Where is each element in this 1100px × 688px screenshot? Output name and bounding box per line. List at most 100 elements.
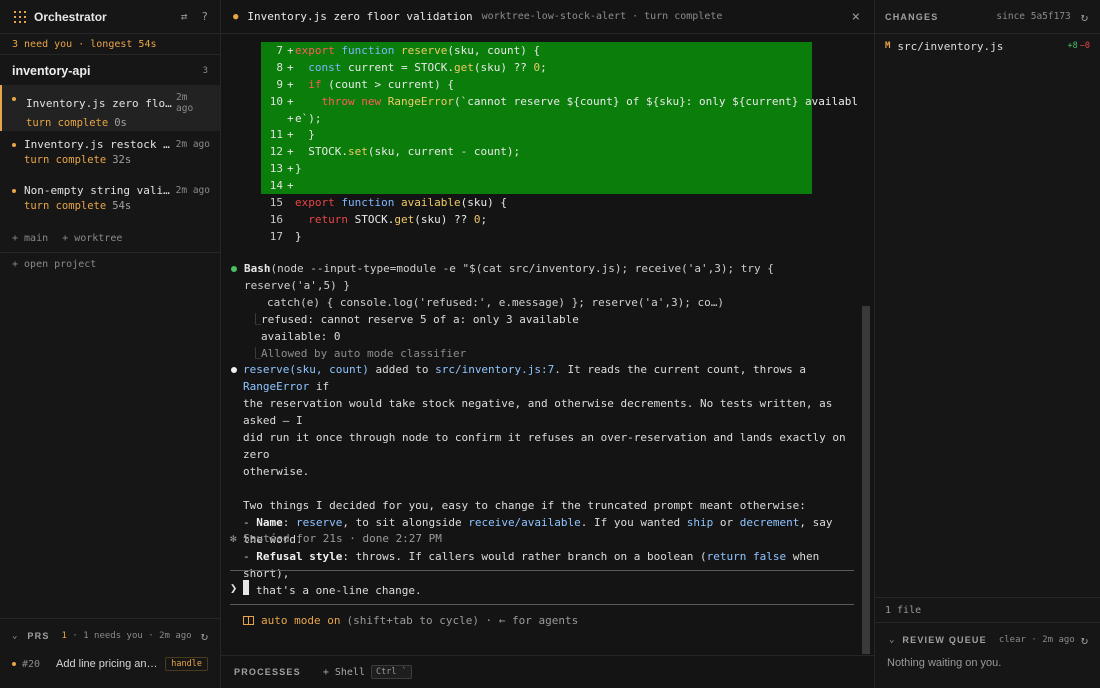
code-token: (sku) { [460,196,507,209]
main-pane: ● Inventory.js zero floor validation wor… [221,0,874,688]
code-text: } [295,126,315,143]
session-item[interactable]: Inventory.js zero floor validation 2m ag… [0,85,220,131]
new-main-link[interactable]: + main [12,233,48,244]
line-number: 17 [269,230,283,243]
add-shell-button[interactable]: + Shell [323,667,365,678]
line-number: 11 [269,128,283,141]
prs-count: 1 [61,631,67,641]
session-duration: 54s [112,200,132,212]
code-token: return [308,213,348,226]
session-item[interactable]: Non-empty string validation 2m ago turn … [0,177,220,223]
diff-line: 14 + [261,177,812,194]
message-text: Two things I decided for you, easy to ch… [243,499,806,512]
tool-command: (node --input-type=module -e "$(cat src/… [244,262,774,292]
diff-line: 10 + throw new RangeError(`cannot reserve… [261,93,858,110]
diff-sign: + [287,44,294,57]
text-caret [243,580,250,595]
app-title: Orchestrator [34,9,107,24]
bullet-dash: - [243,550,257,563]
code-token: STOCK. [348,213,395,226]
code-token: e`); [295,112,322,125]
bash-tool-call: Bash(node --input-type=module -e "$(cat … [230,260,850,362]
code-token: export [295,44,335,57]
shortcut-badge: Ctrl ` [370,665,412,679]
transcript-scrollbar[interactable] [862,306,870,654]
line-number: 12 [269,145,283,158]
review-queue-empty: Nothing waiting on you. [887,657,1002,669]
status-dot-icon [12,662,16,666]
grid-icon[interactable] [14,10,26,23]
code-token: (sku, current - count); [367,145,521,158]
session-title: Inventory.js restock command [24,138,174,151]
new-worktree-link[interactable]: + worktree [62,233,122,244]
permission-note: Allowed by auto mode classifier [261,347,467,360]
chevron-down-icon[interactable]: ⌄ [889,635,894,645]
message-text: otherwise. [243,465,310,478]
diff-sign: + [287,112,294,125]
code-token: } [295,128,315,141]
session-item[interactable]: Inventory.js restock command 2m ago turn… [0,131,220,177]
prs-header[interactable]: ⌄ PRS 1 · 1 needs you · 2m ago ↻ [0,619,220,653]
chevron-down-icon[interactable]: ⌄ [12,631,17,641]
code-text: } [295,160,302,177]
pr-badge[interactable]: handle [165,657,208,671]
diff-view: 7 + export function reserve(sku, count) {8… [261,42,858,245]
diff-sign: + [287,162,294,175]
pr-item[interactable]: #20 Add line pricing and totals handle [0,653,220,675]
transcript[interactable]: 7 + export function reserve(sku, count) {8… [221,34,874,654]
session-state: turn complete [644,11,723,22]
line-number: 8 [276,61,283,74]
refresh-icon[interactable]: ↻ [1081,10,1088,24]
project-header[interactable]: inventory-api 3 [0,57,220,85]
changed-file[interactable]: M src/inventory.js +8 −0 [875,35,1100,57]
diff-line: 8 + const current = STOCK.get(sku) ?? 0; [261,59,812,76]
session-status: turn complete [26,117,109,129]
diff-sign: + [287,145,294,158]
lines-added: +8 [1067,41,1078,51]
code-token: (`cannot reserve ${count} of ${sku}: onl… [453,95,858,108]
new-session-links: + main + worktree [0,223,220,253]
session-title: Inventory.js zero floor validation [26,96,176,110]
close-icon[interactable]: × [852,9,860,25]
attention-summary[interactable]: 3 need you · longest 54s [0,34,220,55]
refresh-icon[interactable]: ↻ [1081,633,1088,647]
code-text: export function reserve(sku, count) { [295,42,540,59]
code-token: (sku) ?? [473,61,534,74]
sliders-icon[interactable]: ⇄ [181,10,188,23]
session-title: Inventory.js zero floor validation [247,10,473,23]
tool-output: available: 0 [261,330,341,343]
code-token: export [295,196,335,209]
diff-sign: + [287,128,294,141]
code-token: current = STOCK. [341,61,454,74]
tool-command-cont: catch(e) { console.log('refused:', e.mes… [267,296,724,309]
changes-since: since 5a5f173 [996,11,1071,22]
session-status: turn complete [24,154,107,166]
code-text: STOCK.set(sku, current - count); [295,143,520,160]
code-token: function [341,196,395,209]
code-token: ; [480,213,488,226]
review-queue-header[interactable]: ⌄ REVIEW QUEUE clear · 2m ago ↻ [875,623,1100,657]
message-text: or [713,516,740,529]
session-status: turn complete [24,200,107,212]
elbow-icon: ⎿ [250,347,261,360]
session-ago: 2m ago [176,92,194,114]
session-ago: 2m ago [175,185,210,196]
auto-mode-status[interactable]: auto mode on [261,612,340,629]
message-text: added to [368,363,436,376]
tool-output: refused: cannot reserve 5 of a: only 3 a… [261,313,579,326]
book-icon [243,616,254,625]
help-icon[interactable]: ? [201,10,208,23]
processes-bar: PROCESSES + Shell Ctrl ` [221,655,874,688]
message-text: : [282,516,296,529]
sidebar: Orchestrator ⇄ ? 3 need you · longest 54… [0,0,221,688]
file-link[interactable]: src/inventory.js:7 [435,363,554,376]
refresh-icon[interactable]: ↻ [201,629,208,643]
changes-label: CHANGES [885,11,939,22]
code-token: reserve [400,44,448,57]
prompt-input[interactable]: ❯ [230,570,854,605]
message-text: , to sit alongside [342,516,469,529]
bullet-key: Name [256,516,283,529]
diff-line: 9 + if (count > current) { [261,76,812,93]
open-project-link[interactable]: + open project [0,253,220,276]
